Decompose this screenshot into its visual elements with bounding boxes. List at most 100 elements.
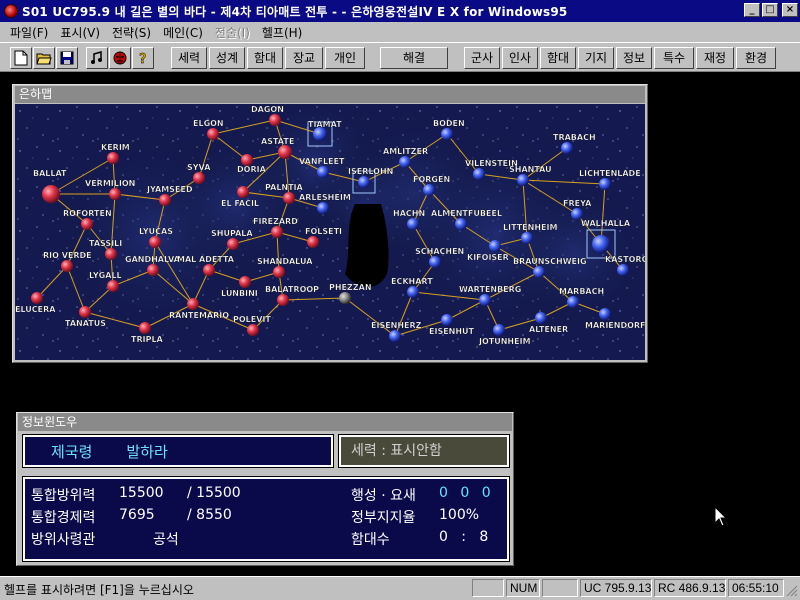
system-planet[interactable]	[489, 240, 501, 252]
system-planet[interactable]	[441, 128, 453, 140]
system-planet[interactable]	[429, 256, 441, 268]
system-planet[interactable]	[423, 184, 435, 196]
system-planet[interactable]	[441, 314, 453, 326]
system-label: TRABACH	[553, 133, 596, 142]
menu-main[interactable]: 메인(C)	[157, 24, 209, 41]
menu-file[interactable]: 파일(F)	[4, 24, 54, 41]
personal-button[interactable]: 개인	[325, 47, 365, 69]
power-button[interactable]: 세력	[171, 47, 207, 69]
system-planet[interactable]	[187, 298, 199, 310]
system-label: TRIPLA	[131, 335, 164, 344]
system-planet[interactable]	[273, 266, 285, 278]
personnel-button[interactable]: 인사	[502, 47, 538, 69]
system-planet[interactable]	[473, 168, 485, 180]
starsystem-button[interactable]: 성계	[209, 47, 245, 69]
title-bar[interactable]: S01 UC795.9 내 길은 별의 바다 - 제4차 티아매트 전투 - -…	[0, 0, 800, 22]
system-planet[interactable]	[358, 176, 370, 188]
system-planet[interactable]	[237, 186, 249, 198]
system-planet[interactable]	[592, 235, 610, 253]
power-display-panel[interactable]: 세력 : 표시안함	[338, 434, 510, 468]
system-label: SHUPALA	[211, 229, 253, 238]
system-planet[interactable]	[389, 330, 401, 342]
system-planet[interactable]	[149, 236, 161, 248]
system-label: ALTENER	[529, 325, 568, 334]
galaxy-map-svg[interactable]: TIAMAT DAGON ELGON KERIM ASTATE DORIA SYVA VANF…	[15, 104, 645, 360]
system-planet[interactable]	[399, 156, 411, 168]
system-planet[interactable]	[207, 128, 219, 140]
system-planet[interactable]	[521, 232, 533, 244]
system-planet[interactable]	[269, 114, 281, 126]
open-folder-icon[interactable]	[33, 47, 55, 69]
system-planet[interactable]	[81, 218, 93, 230]
system-planet[interactable]	[317, 166, 329, 178]
military-button[interactable]: 군사	[464, 47, 500, 69]
resize-grip-icon[interactable]	[786, 585, 798, 597]
system-planet[interactable]	[479, 294, 491, 306]
system-planet[interactable]	[79, 306, 91, 318]
system-planet[interactable]	[239, 276, 251, 288]
system-planet[interactable]	[617, 264, 629, 276]
system-planet[interactable]	[317, 202, 329, 214]
system-planet[interactable]	[271, 226, 283, 238]
system-planet[interactable]	[407, 286, 419, 298]
system-planet[interactable]	[203, 264, 215, 276]
svg-text:?: ?	[139, 52, 147, 65]
galaxy-map[interactable]: TIAMAT DAGON ELGON KERIM ASTATE DORIA SYVA VANF…	[15, 104, 645, 360]
system-planet[interactable]	[313, 127, 327, 141]
stats-panel: 통합방위력 15500 / 15500 통합경제력 7695 / 8550 방위…	[22, 476, 510, 562]
menu-strategy[interactable]: 전략(S)	[106, 24, 157, 41]
info-window-caption[interactable]: 정보윈도우	[18, 413, 512, 431]
system-planet[interactable]	[278, 145, 292, 159]
system-planet[interactable]	[107, 152, 119, 164]
menu-help[interactable]: 헬프(H)	[256, 24, 308, 41]
defense-label: 통합방위력	[31, 488, 96, 504]
system-planet[interactable]	[493, 324, 505, 336]
resolve-button[interactable]: 해결	[380, 47, 448, 69]
system-planet[interactable]	[42, 185, 60, 203]
system-planet[interactable]	[339, 292, 351, 304]
system-planet[interactable]	[277, 294, 289, 306]
system-planet[interactable]	[105, 248, 117, 260]
officer-button[interactable]: 장교	[285, 47, 323, 69]
system-planet[interactable]	[455, 218, 467, 230]
app-ladybug-icon[interactable]	[4, 4, 18, 18]
close-button[interactable]: ×	[782, 3, 798, 17]
system-planet[interactable]	[307, 236, 319, 248]
save-disk-icon[interactable]	[56, 47, 78, 69]
new-file-icon[interactable]	[10, 47, 32, 69]
finance-button[interactable]: 재정	[696, 47, 734, 69]
system-planet[interactable]	[599, 178, 611, 190]
system-planet[interactable]	[247, 324, 259, 336]
minimize-button[interactable]: _	[744, 3, 760, 17]
system-planet[interactable]	[407, 218, 419, 230]
system-planet[interactable]	[31, 292, 43, 304]
intel-button[interactable]: 정보	[616, 47, 652, 69]
system-planet[interactable]	[147, 264, 159, 276]
maximize-button[interactable]: □	[762, 3, 778, 17]
system-planet[interactable]	[535, 312, 547, 324]
system-planet[interactable]	[533, 266, 545, 278]
system-planet[interactable]	[159, 194, 171, 206]
special-button[interactable]: 특수	[654, 47, 694, 69]
ladybug-icon[interactable]	[109, 47, 131, 69]
system-planet[interactable]	[517, 174, 529, 186]
system-planet[interactable]	[283, 192, 295, 204]
system-planet[interactable]	[107, 280, 119, 292]
system-planet[interactable]	[599, 308, 611, 320]
system-planet[interactable]	[139, 322, 151, 334]
system-planet[interactable]	[109, 188, 121, 200]
music-note-icon[interactable]	[86, 47, 108, 69]
system-planet[interactable]	[193, 172, 205, 184]
fleet2-button[interactable]: 함대	[540, 47, 576, 69]
menu-view[interactable]: 표시(V)	[54, 24, 106, 41]
system-planet[interactable]	[227, 238, 239, 250]
system-planet[interactable]	[567, 296, 579, 308]
environment-button[interactable]: 환경	[736, 47, 776, 69]
menu-tactics[interactable]: 전술(I)	[209, 24, 256, 41]
base-button[interactable]: 기지	[578, 47, 614, 69]
galaxy-map-caption[interactable]: 은하맵	[15, 86, 645, 103]
help-question-icon[interactable]: ?	[132, 47, 154, 69]
system-planet[interactable]	[61, 260, 73, 272]
system-planet[interactable]	[561, 142, 573, 154]
fleet-button[interactable]: 함대	[247, 47, 283, 69]
